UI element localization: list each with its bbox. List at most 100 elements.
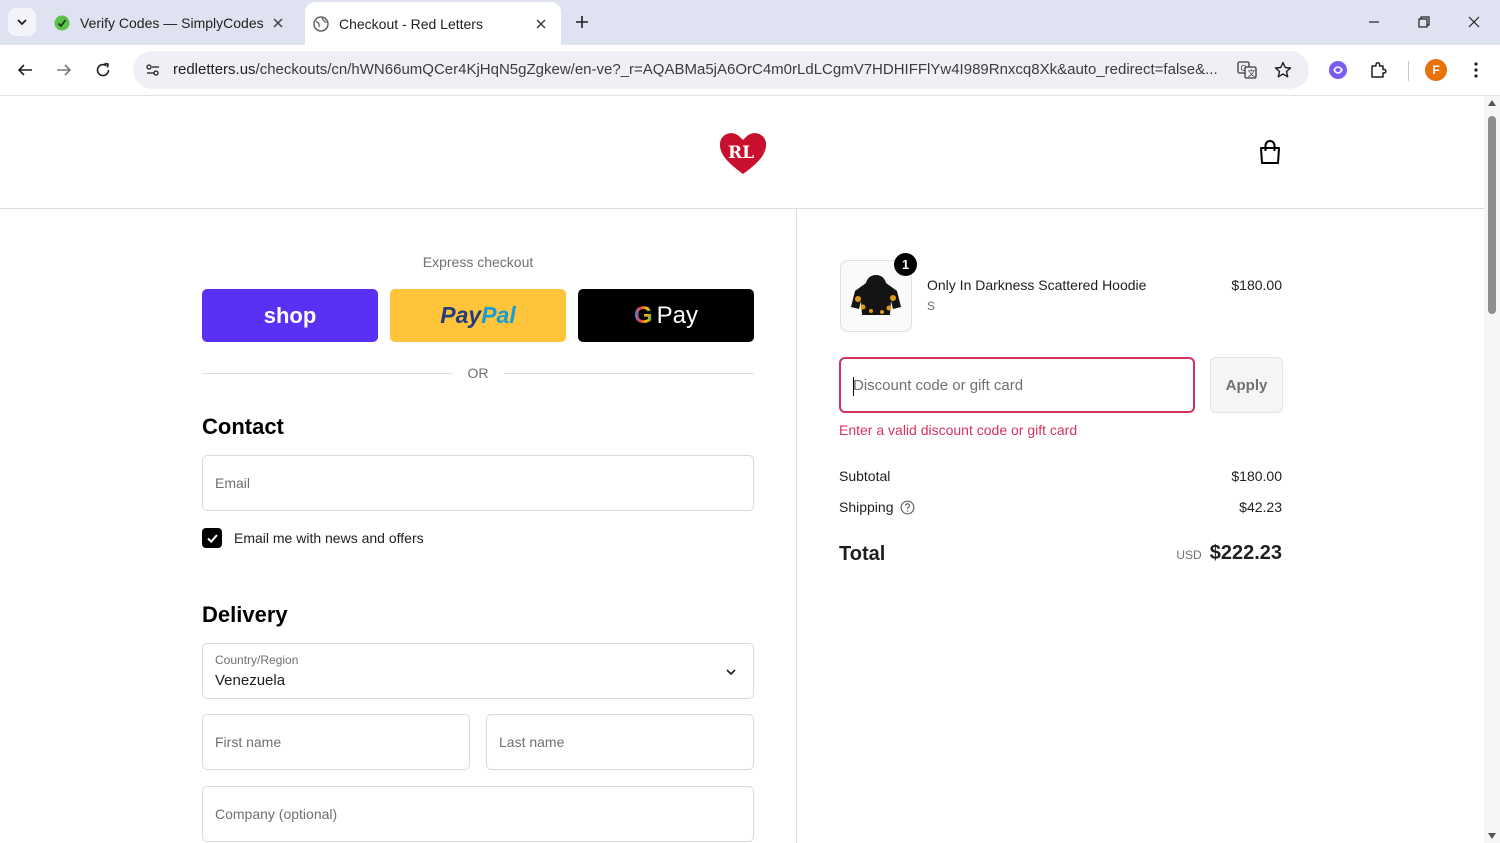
- svg-text:文: 文: [1248, 68, 1256, 78]
- discount-code-field[interactable]: [839, 357, 1195, 413]
- scrollbar-thumb[interactable]: [1488, 116, 1496, 314]
- or-label: OR: [467, 365, 489, 381]
- forward-button[interactable]: [51, 57, 77, 83]
- column-divider: [796, 209, 797, 843]
- red-letters-logo[interactable]: RL: [718, 130, 768, 176]
- total-label: Total: [839, 543, 886, 565]
- google-g-icon: G: [633, 301, 653, 329]
- logo-text: RL: [728, 143, 754, 163]
- newsletter-label: Email me with news and offers: [234, 530, 424, 546]
- chevron-down-icon: [726, 669, 736, 676]
- paypal-label-pay: Pay: [440, 302, 482, 328]
- scroll-up-arrow-icon[interactable]: [1488, 100, 1496, 106]
- back-button[interactable]: [12, 57, 38, 83]
- reload-button[interactable]: [90, 57, 116, 83]
- toolbar-divider: [1408, 61, 1409, 81]
- checkout-page: RL Express checkout shop Pay Pal G Pay OR…: [0, 96, 1484, 843]
- translate-icon[interactable]: G文: [1235, 58, 1259, 82]
- browser-tab-strip: Verify Codes — SimplyCodes Checkout - Re…: [0, 0, 1500, 45]
- first-name-field[interactable]: [202, 714, 470, 770]
- restore-button[interactable]: [1409, 8, 1439, 36]
- minimize-icon: [1369, 21, 1379, 23]
- plus-icon: [576, 16, 588, 28]
- subtotal-label-text: Subtotal: [839, 468, 891, 484]
- tab-checkout-red-letters[interactable]: Checkout - Red Letters: [305, 2, 561, 45]
- tab-search-button[interactable]: [8, 8, 36, 36]
- help-circle-icon[interactable]: [900, 500, 915, 515]
- product-name: Only In Darkness Scattered Hoodie: [927, 277, 1147, 293]
- profile-avatar[interactable]: F: [1425, 59, 1447, 81]
- kebab-menu-icon[interactable]: [1463, 57, 1489, 83]
- bookmark-star-icon[interactable]: [1271, 58, 1295, 82]
- new-tab-button[interactable]: [570, 10, 594, 34]
- window-close-button[interactable]: [1459, 8, 1489, 36]
- product-price: $180.00: [1231, 277, 1282, 293]
- apply-discount-button[interactable]: Apply: [1210, 357, 1283, 413]
- subtotal-value: $180.00: [1231, 468, 1282, 484]
- address-bar[interactable]: redletters.us/checkouts/cn/hWN66umQCer4K…: [133, 51, 1309, 89]
- text-caret: [853, 377, 854, 396]
- contact-title: Contact: [202, 414, 284, 439]
- newsletter-checkbox-row[interactable]: Email me with news and offers: [202, 527, 424, 549]
- extensions-puzzle-icon[interactable]: [1366, 57, 1392, 83]
- paypal-button[interactable]: Pay Pal: [390, 289, 566, 342]
- total-amount: USD $222.23: [1176, 542, 1282, 565]
- shipping-label-text: Shipping: [839, 499, 894, 515]
- reload-icon: [96, 62, 110, 77]
- shipping-value: $42.23: [1239, 499, 1282, 515]
- close-icon[interactable]: [268, 13, 288, 33]
- page-scrollbar[interactable]: [1484, 96, 1500, 843]
- site-settings-icon[interactable]: [141, 58, 165, 82]
- separator-line: [504, 373, 754, 374]
- tab-simplycodes[interactable]: Verify Codes — SimplyCodes: [46, 3, 298, 42]
- last-name-field[interactable]: [486, 714, 754, 770]
- simplycodes-icon: [54, 15, 70, 31]
- newsletter-checkbox[interactable]: [202, 528, 222, 548]
- shopping-bag-icon[interactable]: [1256, 138, 1284, 166]
- country-region-value: Venezuela: [215, 672, 286, 689]
- quantity-badge: 1: [894, 253, 917, 276]
- paypal-label-pal: Pal: [481, 302, 516, 328]
- globe-icon: [313, 15, 329, 32]
- url-host: redletters.us: [173, 61, 256, 78]
- company-field[interactable]: [202, 786, 754, 842]
- browser-toolbar: redletters.us/checkouts/cn/hWN66umQCer4K…: [0, 45, 1500, 96]
- product-variant: S: [927, 299, 936, 313]
- restore-icon: [1418, 16, 1430, 28]
- delivery-title: Delivery: [202, 602, 288, 627]
- url-text[interactable]: redletters.us/checkouts/cn/hWN66umQCer4K…: [173, 61, 1225, 78]
- shop-pay-button[interactable]: shop: [202, 289, 378, 342]
- close-icon: [1468, 16, 1480, 28]
- email-field[interactable]: [202, 455, 754, 511]
- shop-pay-label: shop: [263, 302, 317, 328]
- email-input[interactable]: [215, 456, 741, 510]
- google-pay-button[interactable]: G Pay: [578, 289, 754, 342]
- separator-line: [202, 373, 452, 374]
- extension-simplycodes-icon[interactable]: [1325, 57, 1351, 83]
- shipping-label: Shipping: [839, 499, 915, 515]
- tab-title: Verify Codes — SimplyCodes: [80, 14, 264, 31]
- express-checkout-label: Express checkout: [422, 254, 534, 270]
- close-icon[interactable]: [531, 14, 551, 34]
- currency-code: USD: [1176, 548, 1202, 562]
- tab-title: Checkout - Red Letters: [339, 15, 483, 32]
- url-path: /checkouts/cn/hWN66umQCer4KjHqN5gZgkew/e…: [255, 61, 1218, 78]
- subtotal-label: Subtotal: [839, 468, 890, 484]
- site-header: RL: [0, 96, 1484, 209]
- scroll-down-arrow-icon[interactable]: [1488, 833, 1496, 839]
- last-name-input[interactable]: [499, 715, 741, 769]
- total-value: $222.23: [1209, 542, 1282, 564]
- company-input[interactable]: [215, 787, 741, 841]
- minimize-button[interactable]: [1359, 8, 1389, 36]
- discount-error-message: Enter a valid discount code or gift card: [839, 422, 1078, 438]
- arrow-left-icon: [17, 64, 32, 76]
- chevron-down-icon: [17, 19, 27, 26]
- discount-code-input[interactable]: [853, 359, 1181, 411]
- arrow-right-icon: [57, 64, 72, 76]
- checkmark-icon: [206, 533, 218, 543]
- country-region-label: Country/Region: [215, 653, 299, 667]
- google-pay-label: Pay: [656, 301, 699, 329]
- first-name-input[interactable]: [215, 715, 457, 769]
- or-separator: OR: [202, 364, 754, 384]
- country-region-select[interactable]: Country/Region Venezuela: [202, 643, 754, 699]
